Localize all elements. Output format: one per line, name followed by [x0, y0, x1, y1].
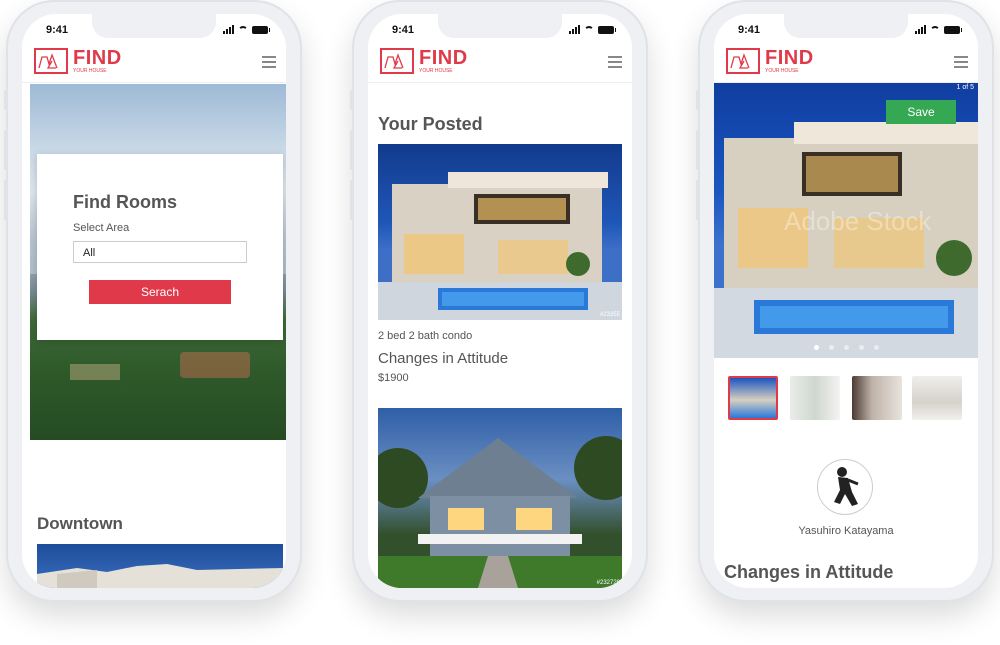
save-button[interactable]: Save — [886, 100, 956, 124]
brand-tagline: YOUR HOUSE — [765, 68, 799, 74]
screen-search: 9:41 FIND YOUR HOUSE Find Rooms Select A… — [22, 14, 286, 588]
section-title-downtown: Downtown — [37, 514, 123, 533]
carousel-dot[interactable] — [813, 345, 819, 350]
section-title-your-posted: Your Posted — [378, 114, 483, 134]
screen-posted: 9:41 FIND YOUR HOUSE Your Posted #23355 … — [368, 14, 632, 588]
brand-name: FIND — [765, 47, 814, 69]
app-header: FIND YOUR HOUSE — [368, 44, 632, 83]
detail-title: Changes in Attitude — [724, 562, 894, 582]
battery-icon — [252, 25, 270, 34]
phone-frame-2: 9:41 FIND YOUR HOUSE Your Posted #23355 … — [350, 0, 648, 602]
battery-icon — [598, 25, 616, 34]
status-time: 9:41 — [392, 24, 415, 36]
hamburger-menu-icon[interactable] — [954, 56, 968, 71]
area-select-value: All — [83, 247, 96, 259]
status-bar: 9:41 — [368, 22, 632, 40]
brand-tagline: YOUR HOUSE — [419, 68, 453, 74]
phone-frame-3: 9:41 FIND YOUR HOUSE Adobe Stock 1 of 5 … — [696, 0, 994, 602]
find-rooms-title: Find Rooms — [73, 192, 177, 212]
status-time: 9:41 — [46, 24, 69, 36]
listing-price: $1900 — [378, 372, 409, 384]
hamburger-menu-icon[interactable] — [608, 56, 622, 71]
app-header: FIND YOUR HOUSE — [714, 44, 978, 83]
wifi-icon — [930, 25, 940, 34]
screen-detail: 9:41 FIND YOUR HOUSE Adobe Stock 1 of 5 … — [714, 14, 978, 588]
listing-photo-modern-house[interactable]: #23355 — [378, 144, 622, 320]
status-bar: 9:41 — [22, 22, 286, 40]
signal-icon — [569, 25, 580, 34]
thumbnail-1-selected[interactable] — [728, 376, 778, 420]
app-header: FIND YOUR HOUSE — [22, 44, 286, 83]
phone-frame-1: 9:41 FIND YOUR HOUSE Find Rooms Select A… — [4, 0, 302, 602]
logo[interactable]: FIND YOUR HOUSE — [380, 48, 468, 74]
watermark: Adobe Stock — [784, 206, 932, 236]
thumbnail-3[interactable] — [852, 376, 902, 420]
photo-code: #232726 — [596, 580, 620, 586]
photo-code: #23355 — [599, 312, 620, 318]
hamburger-menu-icon[interactable] — [262, 56, 276, 71]
carousel-dot[interactable] — [828, 345, 834, 350]
carousel-dot[interactable] — [873, 345, 879, 350]
listing-photo-craftsman-house[interactable]: #232726 — [378, 408, 622, 588]
carousel-dots[interactable] — [714, 345, 978, 350]
thumbnail-2[interactable] — [790, 376, 840, 420]
wifi-icon — [584, 25, 594, 34]
brand-name: FIND — [419, 47, 468, 69]
photo-counter: 1 of 5 — [956, 84, 974, 91]
house-logo-icon — [726, 48, 760, 74]
logo[interactable]: FIND YOUR HOUSE — [726, 48, 814, 74]
owner-name: Yasuhiro Katayama — [798, 525, 894, 537]
thumbnail-4[interactable] — [912, 376, 962, 420]
area-select[interactable]: All — [73, 241, 247, 263]
brand-name: FIND — [73, 47, 122, 69]
wifi-icon — [238, 25, 248, 34]
signal-icon — [223, 25, 234, 34]
house-logo-icon — [34, 48, 68, 74]
listing-type: 2 bed 2 bath condo — [378, 330, 473, 342]
find-rooms-card: Find Rooms Select Area All Serach — [37, 154, 283, 340]
listing-title[interactable]: Changes in Attitude — [378, 350, 508, 367]
status-bar: 9:41 — [714, 22, 978, 40]
search-button[interactable]: Serach — [89, 280, 231, 304]
battery-icon — [944, 25, 962, 34]
status-time: 9:41 — [738, 24, 761, 36]
house-logo-icon — [380, 48, 414, 74]
signal-icon — [915, 25, 926, 34]
carousel-dot[interactable] — [843, 345, 849, 350]
downtown-thumbnail-image — [37, 544, 283, 588]
brand-tagline: YOUR HOUSE — [73, 68, 107, 74]
carousel-dot[interactable] — [858, 345, 864, 350]
select-area-label: Select Area — [73, 222, 130, 234]
logo[interactable]: FIND YOUR HOUSE — [34, 48, 122, 74]
avatar[interactable] — [817, 459, 873, 515]
